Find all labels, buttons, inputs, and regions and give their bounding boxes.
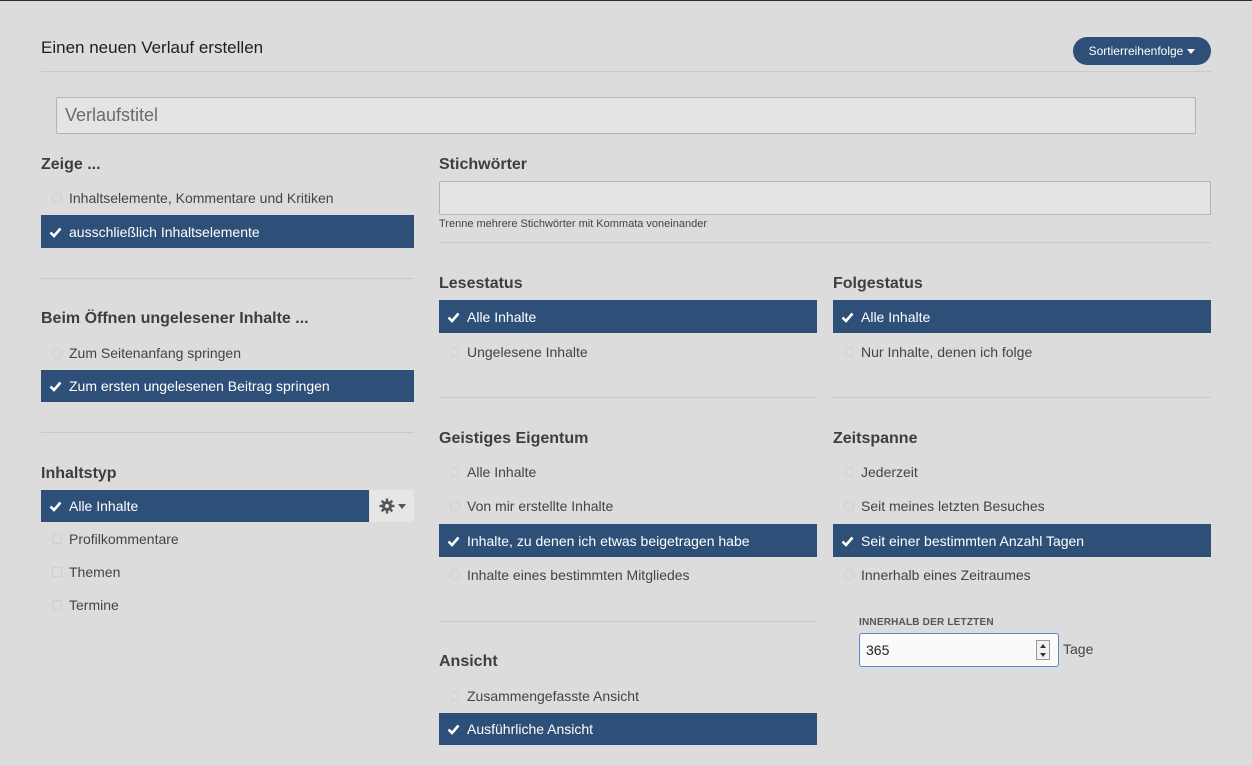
radio-icon <box>844 570 854 580</box>
radio-icon <box>52 348 62 358</box>
option-label: Alle Inhalte <box>861 308 931 325</box>
days-unit-label: Tage <box>1063 641 1094 657</box>
timespan-option-anytime[interactable]: Jederzeit <box>833 456 1211 488</box>
page-title: Einen neuen Verlauf erstellen <box>41 38 264 57</box>
spinner-down-icon[interactable] <box>1040 652 1046 657</box>
follow-status-option-followed[interactable]: Nur Inhalte, denen ich folge <box>833 336 1211 368</box>
checkmark-icon <box>49 500 62 513</box>
option-label: Inhaltselemente, Kommentare und Kritiken <box>69 190 334 206</box>
content-type-option-profile-comments[interactable]: Profilkommentare <box>41 523 414 555</box>
keywords-input[interactable] <box>439 181 1211 215</box>
divider <box>833 397 1211 398</box>
timespan-option-last-visit[interactable]: Seit meines letzten Besuches <box>833 490 1211 522</box>
header-divider <box>41 71 1211 72</box>
show-heading: Zeige ... <box>41 156 101 173</box>
option-label: Alle Inhalte <box>467 464 537 480</box>
option-label: Jederzeit <box>861 464 918 480</box>
radio-icon <box>844 467 854 477</box>
gear-icon <box>379 498 394 514</box>
timespan-heading: Zeitspanne <box>833 430 918 447</box>
follow-status-option-all[interactable]: Alle Inhalte <box>833 300 1211 333</box>
content-type-option-topics[interactable]: Themen <box>41 556 414 588</box>
divider <box>439 621 817 622</box>
radio-icon <box>450 501 460 511</box>
option-label: Termine <box>69 597 119 613</box>
divider <box>439 242 1211 243</box>
open-unread-option-first-unread[interactable]: Zum ersten ungelesenen Beitrag springen <box>41 370 414 402</box>
caret-down-icon <box>1187 48 1196 54</box>
checkbox-icon <box>52 534 62 544</box>
ip-option-specific-member[interactable]: Inhalte eines bestimmten Mitgliedes <box>439 559 817 591</box>
days-input[interactable] <box>860 635 1026 665</box>
view-heading: Ansicht <box>439 653 498 670</box>
checkbox-icon <box>52 600 62 610</box>
checkmark-icon <box>49 380 62 393</box>
option-label: Profilkommentare <box>69 531 179 547</box>
days-number-field[interactable] <box>859 633 1059 667</box>
option-label: Seit meines letzten Besuches <box>861 498 1045 514</box>
divider <box>41 278 414 279</box>
timeline-title-input[interactable] <box>56 97 1196 134</box>
ip-option-all[interactable]: Alle Inhalte <box>439 456 817 488</box>
option-label: Zusammengefasste Ansicht <box>467 688 639 704</box>
radio-icon <box>844 347 854 357</box>
checkbox-icon <box>52 567 62 577</box>
option-label: Nur Inhalte, denen ich folge <box>861 344 1033 360</box>
content-type-heading: Inhaltstyp <box>41 465 117 482</box>
divider <box>41 432 414 433</box>
radio-icon <box>450 467 460 477</box>
option-label: Zum Seitenanfang springen <box>69 345 241 361</box>
show-option-items-only[interactable]: ausschließlich Inhaltselemente <box>41 215 414 248</box>
sort-order-label: Sortierreihenfolge <box>1088 44 1184 58</box>
option-label: Seit einer bestimmten Anzahl Tagen <box>861 532 1085 549</box>
sort-order-button[interactable]: Sortierreihenfolge <box>1073 37 1211 65</box>
view-option-condensed[interactable]: Zusammengefasste Ansicht <box>439 680 817 712</box>
divider <box>439 397 817 398</box>
read-status-option-all[interactable]: Alle Inhalte <box>439 300 817 333</box>
open-unread-heading: Beim Öffnen ungelesener Inhalte ... <box>41 310 309 327</box>
keywords-hint: Trenne mehrere Stichwörter mit Kommata v… <box>439 218 707 230</box>
follow-status-heading: Folgestatus <box>833 275 923 292</box>
content-type-option-events[interactable]: Termine <box>41 589 414 621</box>
view-option-expanded[interactable]: Ausführliche Ansicht <box>439 713 817 745</box>
spinner-up-icon[interactable] <box>1040 643 1046 648</box>
within-last-label: INNERHALB DER LETZTEN <box>859 617 994 628</box>
read-status-heading: Lesestatus <box>439 275 523 292</box>
timespan-option-number-of-days[interactable]: Seit einer bestimmten Anzahl Tagen <box>833 524 1211 557</box>
option-label: Alle Inhalte <box>467 308 537 325</box>
keywords-heading: Stichwörter <box>439 156 528 173</box>
checkmark-icon <box>447 723 460 736</box>
option-label: Alle Inhalte <box>69 498 139 514</box>
ip-option-created-by-me[interactable]: Von mir erstellte Inhalte <box>439 490 817 522</box>
radio-icon <box>450 691 460 701</box>
radio-icon <box>844 501 854 511</box>
open-unread-option-top[interactable]: Zum Seitenanfang springen <box>41 337 414 369</box>
intellectual-property-heading: Geistiges Eigentum <box>439 430 589 447</box>
radio-icon <box>52 193 62 203</box>
checkmark-icon <box>841 310 854 323</box>
show-option-all[interactable]: Inhaltselemente, Kommentare und Kritiken <box>41 182 414 214</box>
timespan-option-date-range[interactable]: Innerhalb eines Zeitraumes <box>833 559 1211 591</box>
option-label: Von mir erstellte Inhalte <box>467 498 614 514</box>
option-label: Inhalte, zu denen ich etwas beigetragen … <box>467 532 750 549</box>
option-label: ausschließlich Inhaltselemente <box>69 223 260 240</box>
option-label: Innerhalb eines Zeitraumes <box>861 567 1031 583</box>
option-label: Themen <box>69 564 121 580</box>
content-type-option-all[interactable]: Alle Inhalte <box>41 490 369 522</box>
option-label: Zum ersten ungelesenen Beitrag springen <box>69 378 330 394</box>
checkmark-icon <box>49 225 62 238</box>
checkmark-icon <box>447 310 460 323</box>
number-spinner[interactable] <box>1036 640 1050 660</box>
content-type-settings-button[interactable] <box>370 490 414 522</box>
checkmark-icon <box>841 534 854 547</box>
radio-icon <box>450 570 460 580</box>
read-status-option-unread[interactable]: Ungelesene Inhalte <box>439 336 817 368</box>
option-label: Ausführliche Ansicht <box>467 721 594 737</box>
caret-down-icon <box>397 503 406 509</box>
checkmark-icon <box>447 534 460 547</box>
option-label: Ungelesene Inhalte <box>467 344 588 360</box>
radio-icon <box>450 347 460 357</box>
ip-option-contributed[interactable]: Inhalte, zu denen ich etwas beigetragen … <box>439 524 817 557</box>
option-label: Inhalte eines bestimmten Mitgliedes <box>467 567 690 583</box>
